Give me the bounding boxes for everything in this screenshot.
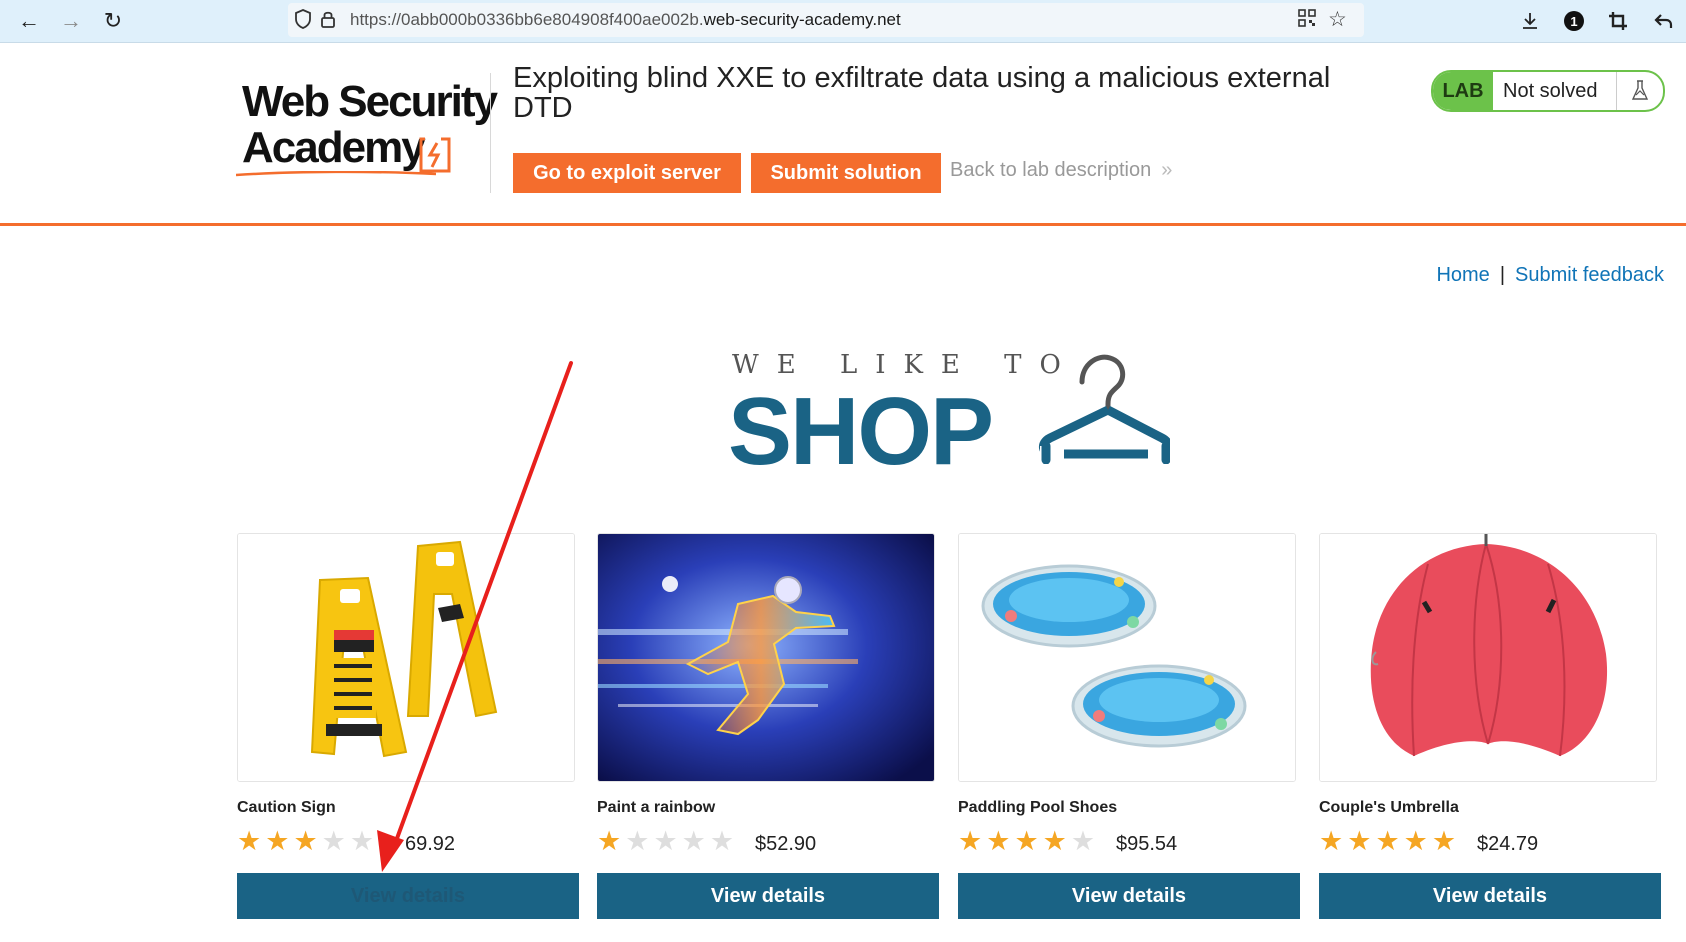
view-details-button[interactable]: View details (237, 873, 579, 919)
lab-status-text: Not solved (1503, 80, 1598, 102)
product-rating: ★ ★ ★ ★ ★ (237, 826, 378, 856)
star-filled-icon: ★ (1375, 825, 1400, 856)
star-empty-icon: ★ (625, 825, 650, 856)
web-security-academy-logo[interactable]: Web Security Academy (236, 67, 498, 217)
header-divider (490, 73, 491, 193)
view-details-button[interactable]: View details (1319, 873, 1661, 919)
top-nav: Home | Submit feedback (1436, 264, 1664, 287)
crop-icon[interactable] (1605, 8, 1631, 34)
shield-icon[interactable] (294, 9, 312, 34)
product-price: $24.79 (1477, 833, 1539, 855)
view-details-button[interactable]: View details (597, 873, 939, 919)
submit-feedback-link[interactable]: Submit feedback (1515, 264, 1664, 286)
banner-headline: SHOP (728, 378, 994, 485)
product-price: 69.92 (405, 833, 456, 855)
star-filled-icon: ★ (1319, 825, 1344, 856)
flask-icon (1616, 72, 1663, 110)
product-rating: ★ ★ ★ ★ ★ (1319, 826, 1460, 856)
logo-text-line1: Web Security (242, 77, 498, 126)
home-link[interactable]: Home (1436, 264, 1489, 286)
product-image-paint-a-rainbow[interactable] (597, 533, 935, 782)
url-text: https://0abb000b0336bb6e804908f400ae002b… (350, 10, 901, 29)
lab-badge-label: LAB (1433, 72, 1493, 110)
product-name: Paddling Pool Shoes (958, 799, 1118, 816)
star-filled-icon: ★ (597, 825, 622, 856)
extension-badge-icon[interactable]: 1 (1561, 8, 1587, 34)
clothes-hanger-icon (1039, 354, 1170, 464)
bookmark-star-icon[interactable]: ☆ (1328, 7, 1347, 32)
product-image-paddling-pool-shoes[interactable] (958, 533, 1296, 782)
star-empty-icon: ★ (321, 825, 346, 856)
back-link-label: Back to lab description (950, 159, 1152, 181)
star-empty-icon: ★ (653, 825, 678, 856)
reload-icon[interactable]: ↻ (100, 8, 126, 34)
address-bar[interactable]: https://0abb000b0336bb6e804908f400ae002b… (288, 3, 1364, 37)
star-filled-icon: ★ (986, 825, 1011, 856)
download-icon[interactable] (1517, 8, 1543, 34)
undo-icon[interactable] (1650, 8, 1676, 34)
view-details-button[interactable]: View details (958, 873, 1300, 919)
star-filled-icon: ★ (1014, 825, 1039, 856)
nav-separator: | (1499, 264, 1506, 286)
star-empty-icon: ★ (709, 825, 735, 856)
star-empty-icon: ★ (681, 825, 706, 856)
star-filled-icon: ★ (237, 825, 262, 856)
lab-status-badge: LAB Not solved (1431, 70, 1665, 112)
qr-code-icon[interactable] (1298, 9, 1316, 32)
star-empty-icon: ★ (1070, 825, 1096, 856)
lock-icon[interactable] (320, 9, 336, 34)
star-filled-icon: ★ (1431, 825, 1457, 856)
logo-text-line2: Academy (242, 123, 426, 172)
double-chevron-right-icon: » (1161, 159, 1173, 181)
product-name: Couple's Umbrella (1319, 799, 1459, 816)
shop-banner: WE LIKE TO SHOP (728, 346, 1170, 480)
svg-text:1: 1 (1570, 14, 1577, 29)
lab-header: Web Security Academy Exploiting blind XX… (0, 43, 1686, 226)
submit-solution-button[interactable]: Submit solution (751, 153, 941, 193)
product-price: $52.90 (755, 833, 817, 855)
lab-title: Exploiting blind XXE to exfiltrate data … (513, 62, 1331, 124)
star-filled-icon: ★ (1347, 825, 1372, 856)
forward-arrow-icon[interactable]: → (58, 8, 84, 34)
star-empty-icon: ★ (349, 825, 375, 856)
product-rating: ★ ★ ★ ★ ★ (597, 826, 738, 856)
product-name: Caution Sign (237, 799, 336, 816)
product-name: Paint a rainbow (597, 799, 716, 816)
product-price: $95.54 (1116, 833, 1178, 855)
back-arrow-icon[interactable]: ← (16, 8, 42, 34)
star-filled-icon: ★ (958, 825, 983, 856)
star-filled-icon: ★ (1403, 825, 1428, 856)
star-filled-icon: ★ (265, 825, 290, 856)
product-image-couples-umbrella[interactable] (1319, 533, 1657, 782)
product-rating: ★ ★ ★ ★ ★ (958, 826, 1099, 856)
back-to-lab-description-link[interactable]: Back to lab description » (950, 159, 1172, 182)
browser-toolbar: ← → ↻ https://0abb000b0336bb6e804908f400… (0, 0, 1686, 43)
logo-underline-icon (236, 171, 436, 177)
star-filled-icon: ★ (293, 825, 318, 856)
star-filled-icon: ★ (1042, 825, 1067, 856)
go-to-exploit-server-button[interactable]: Go to exploit server (513, 153, 741, 193)
product-image-caution-sign[interactable] (237, 533, 575, 782)
